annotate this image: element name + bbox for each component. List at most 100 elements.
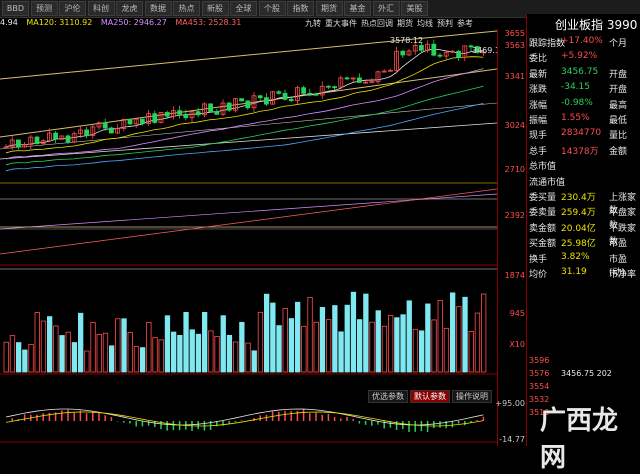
- volume-bar: [84, 350, 90, 373]
- volume-bar: [201, 311, 208, 373]
- info-label-10: 委买量: [529, 193, 557, 203]
- volume-bar: [319, 307, 326, 373]
- volume-bar: [239, 321, 245, 373]
- candle-body: [301, 87, 307, 94]
- ma120-value: MA120: 3110.92: [26, 18, 93, 27]
- indicator-tabs: 优选参数 默认参数 操作说明: [368, 390, 494, 403]
- info-label-2: 最新: [529, 69, 548, 80]
- toolbar-button-14[interactable]: 美股: [401, 1, 428, 16]
- dif-line: [5, 408, 484, 426]
- candle-body: [226, 102, 232, 111]
- candle-body: [164, 112, 170, 117]
- info-label-12: 卖金额: [529, 223, 557, 234]
- toolbar-button-8[interactable]: 全球: [230, 1, 257, 16]
- candle-body: [127, 118, 133, 125]
- volume-bar: [350, 291, 357, 373]
- ma-line-0: [5, 48, 484, 148]
- info-label-7: 总手: [529, 146, 548, 157]
- candle-body: [245, 100, 251, 109]
- volume-bar: [115, 318, 121, 373]
- ma5-value: 4.94: [0, 18, 18, 27]
- volume-bar: [313, 321, 319, 373]
- axis-label-8: X10: [509, 340, 525, 349]
- candle-body: [400, 50, 406, 56]
- toolbar-button-13[interactable]: 外汇: [372, 1, 400, 16]
- volume-bar: [121, 318, 127, 373]
- chart-tab-4[interactable]: 均线: [417, 19, 433, 28]
- volume-bar: [59, 335, 65, 373]
- volume-bar: [474, 312, 481, 373]
- candle-body: [282, 92, 288, 100]
- quote-info-panel: 创业板指 3990 跟踪指数 +17.40% 个月 委比 +5.92% 最新 3456.75…: [526, 14, 640, 446]
- watermark-logo: 广西龙网: [540, 406, 619, 473]
- volume-bar: [288, 318, 295, 373]
- index-title: 创业板指 3990: [555, 18, 638, 32]
- volume-bar: [245, 342, 251, 373]
- toolbar-button-7[interactable]: 新股: [201, 1, 229, 16]
- volume-bars: [3, 291, 487, 373]
- toolbar-button-12[interactable]: 基金: [344, 1, 371, 16]
- info-label-11: 委卖量: [529, 208, 557, 219]
- volume-bar: [294, 301, 301, 373]
- volume-bar: [177, 334, 183, 373]
- volume-bar: [437, 299, 443, 373]
- chart-tab-2[interactable]: 热点回调: [361, 19, 393, 28]
- candle-body: [344, 77, 350, 80]
- candle-body: [437, 54, 443, 57]
- indicator-tab-1[interactable]: 默认参数: [410, 390, 450, 403]
- volume-bar: [78, 312, 84, 373]
- toolbar-button-2[interactable]: 沪伦: [59, 1, 86, 16]
- toolbar-button-10[interactable]: 指数: [287, 1, 314, 16]
- ma453-value: MA453: 2528.31: [175, 18, 242, 27]
- volume-bar: [102, 332, 109, 373]
- chart-tab-5[interactable]: 预判: [437, 19, 453, 28]
- indicator-tab-0[interactable]: 优选参数: [368, 390, 408, 403]
- toolbar-button-3[interactable]: 科创: [87, 1, 115, 16]
- candle-body: [263, 97, 269, 105]
- info-extra-4: 最高: [609, 100, 628, 111]
- mini-price-1: 3576: [529, 369, 550, 378]
- candle-body: [325, 85, 331, 88]
- info-label-0: 跟踪指数: [529, 39, 566, 49]
- candle-body: [177, 110, 183, 115]
- volume-bar: [214, 336, 220, 373]
- candle-body: [332, 86, 338, 89]
- info-value-1: +5.92%: [561, 51, 598, 62]
- axis-label-6: 1874: [504, 271, 525, 280]
- volume-bar: [170, 331, 177, 373]
- volume-bar: [387, 315, 394, 373]
- toolbar-button-4[interactable]: 龙虎: [116, 1, 143, 16]
- axis-label-3: 3024: [504, 121, 525, 130]
- indicator-tab-2[interactable]: 操作说明: [452, 390, 492, 403]
- axis-label-2: 3341: [504, 72, 525, 81]
- volume-bar: [96, 333, 102, 373]
- toolbar-button-1[interactable]: 预测: [30, 1, 58, 16]
- chart-feature-tabs: 九转 重大事件 热点回调 期货 均线 预判 参考: [305, 18, 477, 29]
- candle-body: [214, 111, 220, 115]
- volume-bar: [325, 319, 332, 373]
- toolbar-button-11[interactable]: 期货: [315, 1, 343, 16]
- volume-bar: [3, 341, 9, 373]
- kline-chart[interactable]: 3578.12 3469.1: [0, 29, 497, 446]
- toolbar-button-6[interactable]: 热点: [173, 1, 200, 16]
- volume-bar: [468, 331, 474, 373]
- high-price-annotation: 3578.12: [390, 36, 423, 45]
- axis-label-0: 3655: [504, 29, 525, 38]
- info-extra-0: 个月: [609, 39, 628, 49]
- toolbar-button-5[interactable]: 数据: [144, 1, 172, 16]
- volume-bar: [133, 346, 140, 373]
- info-extra-2: 开盘: [609, 69, 628, 80]
- chart-tab-1[interactable]: 重大事件: [325, 19, 357, 28]
- toolbar-button-9[interactable]: 个股: [258, 1, 286, 16]
- chart-tab-3[interactable]: 期货: [397, 19, 413, 28]
- volume-bar: [9, 335, 16, 373]
- chart-tab-0[interactable]: 九转: [305, 19, 321, 28]
- chart-tab-6[interactable]: 参考: [457, 19, 473, 28]
- volume-bar: [90, 322, 96, 373]
- volume-bar: [276, 325, 282, 373]
- volume-bar: [400, 314, 406, 373]
- candle-body: [208, 103, 214, 112]
- volume-bar: [412, 328, 419, 373]
- info-label-6: 现手: [529, 131, 548, 142]
- toolbar-button-0[interactable]: BBD: [2, 1, 29, 16]
